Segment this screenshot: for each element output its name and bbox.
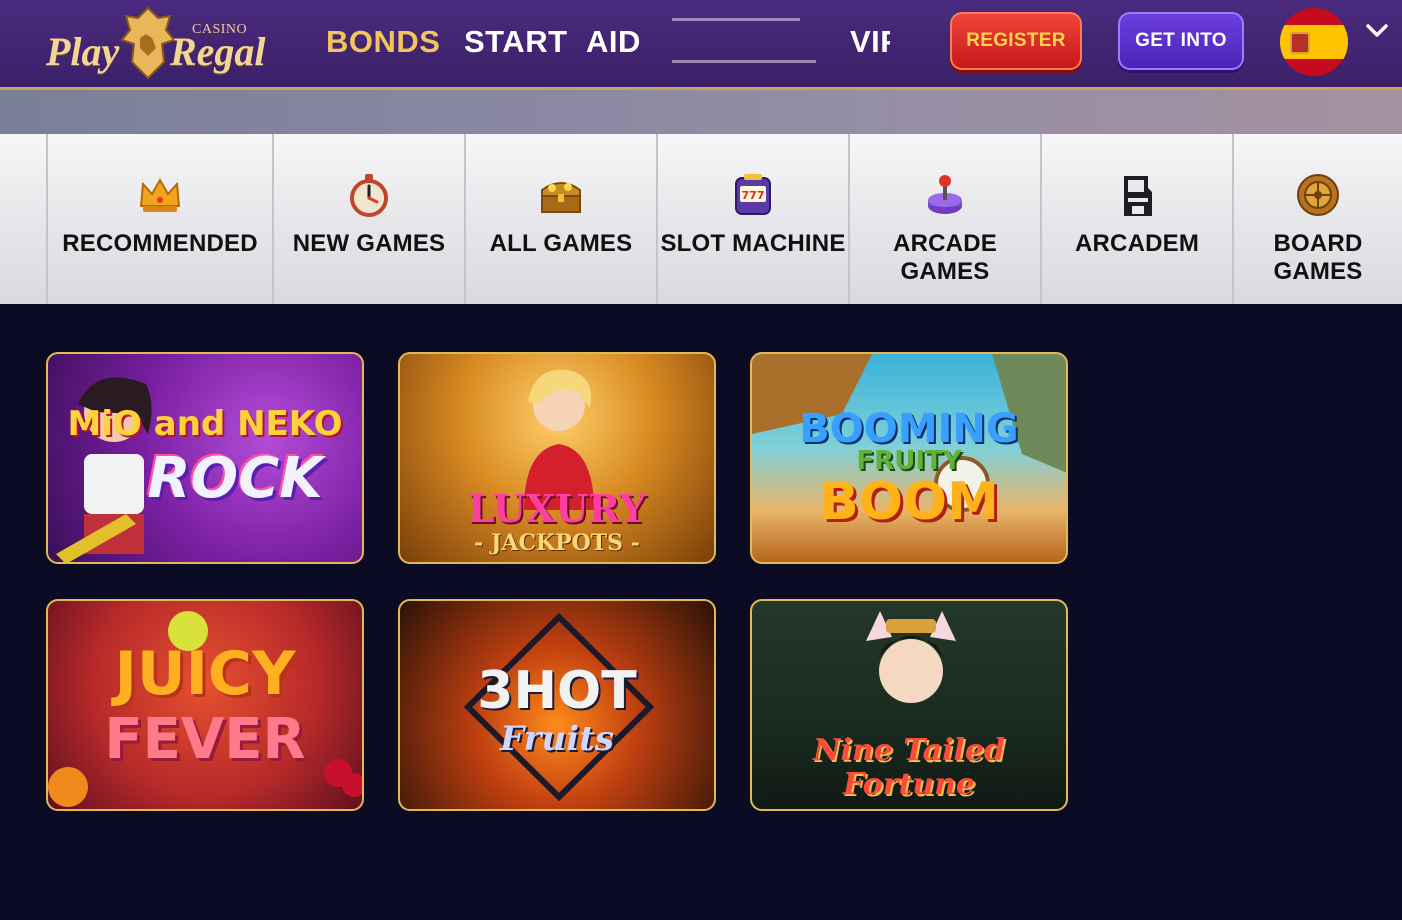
game-title-line1: 3HOT (477, 661, 637, 721)
category-slot-machine[interactable]: 777 SLOT MACHINE (656, 134, 848, 304)
category-all-games[interactable]: ALL GAMES (464, 134, 656, 304)
category-label: BOARD GAMES (1273, 230, 1363, 285)
game-title-line3: BOOM (819, 472, 999, 532)
category-new-games[interactable]: NEW GAMES (272, 134, 464, 304)
category-label: NEW GAMES (292, 230, 446, 257)
crown-icon (139, 177, 181, 212)
game-tile-booming-fruity-boom[interactable]: BOOMING FRUITY BOOM (750, 352, 1068, 564)
game-tile-luxury-jackpots[interactable]: LUXURY - JACKPOTS - (398, 352, 716, 564)
lion-icon (120, 6, 176, 80)
category-label: ALL GAMES (489, 230, 633, 257)
category-label: ARCADE GAMES (893, 230, 997, 285)
treasure-chest-icon (541, 182, 581, 213)
nav-vip[interactable]: VIP (850, 22, 890, 62)
logo-play-text: Play (46, 29, 120, 74)
game-tile-mio-neko-rock[interactable]: MiO and NEKO ROCK (46, 352, 364, 564)
register-button[interactable]: REGISTER (950, 12, 1082, 70)
category-recommended[interactable]: RECOMMENDED (46, 134, 272, 304)
arcade-cabinet-icon (1124, 176, 1152, 216)
game-tile-juicy-fever[interactable]: JUICY FEVER (46, 599, 364, 811)
game-character-art (866, 611, 956, 703)
game-title-line1: JUICY (114, 639, 296, 709)
game-tile-3-hot-fruits[interactable]: 3HOT Fruits (398, 599, 716, 811)
top-header: CASINO Play Regal BONDS START AID VIP RE… (0, 0, 1402, 90)
game-title-line1: Nine Tailed (813, 733, 1005, 768)
category-label: RECOMMENDED (62, 230, 258, 257)
nav-aid[interactable]: AID (586, 22, 641, 62)
joystick-icon (928, 175, 962, 214)
category-board-games[interactable]: BOARD GAMES (1232, 134, 1402, 304)
game-tile-nine-tailed-fortune[interactable]: Nine Tailed Fortune (750, 599, 1068, 811)
category-label: ARCADEM (1074, 230, 1200, 257)
roulette-icon (1297, 174, 1339, 216)
svg-text:777: 777 (742, 189, 765, 202)
playregal-logo[interactable]: CASINO Play Regal (46, 4, 266, 84)
game-title-line2: - JACKPOTS - (474, 530, 640, 556)
nav-bonus[interactable]: BONDS (326, 22, 440, 62)
game-title-line1: MiO and NEKO (67, 404, 343, 444)
nav-obscured-item[interactable] (672, 16, 818, 68)
banner-strip (0, 90, 1402, 134)
category-label: SLOT MACHINE (660, 230, 846, 257)
game-title-line2: Fruits (500, 719, 614, 759)
nav-start[interactable]: START (464, 22, 568, 62)
slot-machine-icon: 777 (735, 174, 771, 215)
stopwatch-icon (350, 174, 388, 217)
category-arcade-games[interactable]: ARCADE GAMES (848, 134, 1040, 304)
game-title-line2: Fortune (842, 767, 976, 802)
logo-regal-text: Regal (170, 29, 266, 74)
game-title-line2: FEVER (104, 707, 306, 772)
category-bar: RECOMMENDED NEW GAMES ALL GAMES 777 SLOT… (0, 134, 1402, 304)
login-button[interactable]: GET INTO (1118, 12, 1244, 70)
chevron-down-icon[interactable] (1364, 18, 1390, 44)
category-arcadem[interactable]: ARCADEM (1040, 134, 1232, 304)
game-title-line1: LUXURY (468, 486, 646, 531)
spain-flag-icon[interactable] (1280, 8, 1348, 76)
game-title-line2: ROCK (147, 446, 323, 511)
